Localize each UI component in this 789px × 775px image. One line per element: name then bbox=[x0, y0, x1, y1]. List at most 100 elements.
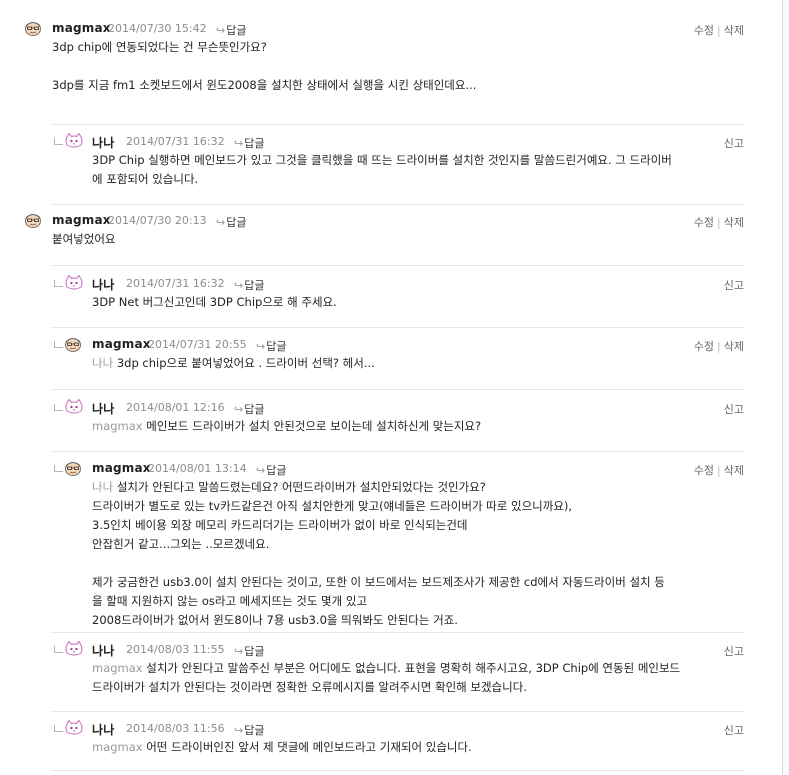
avatar bbox=[64, 398, 83, 415]
reply-button[interactable]: ↪답글 bbox=[234, 401, 264, 417]
reply-button[interactable]: ↪답글 bbox=[256, 338, 286, 354]
comment-text: 메인보드 드라이버가 설치 안된것으로 보이는데 설치하신게 맞는지요? bbox=[146, 419, 482, 433]
mention-tag[interactable]: magmax bbox=[92, 419, 146, 433]
report-button[interactable]: 신고 bbox=[724, 137, 744, 150]
mention-tag[interactable]: magmax bbox=[92, 661, 146, 675]
author-name[interactable]: magmax bbox=[92, 461, 151, 475]
comment-text: 설치가 안된다고 말씀드렸는데요? 어떤드라이버가 설치안되었다는 것인가요? bbox=[116, 480, 486, 494]
reply-arrow-icon: ↪ bbox=[216, 24, 226, 37]
author-name[interactable]: magmax bbox=[52, 213, 111, 227]
delete-button[interactable]: 삭제 bbox=[724, 464, 744, 477]
divider bbox=[52, 632, 743, 633]
reply-button[interactable]: ↪답글 bbox=[234, 722, 264, 738]
reply-button[interactable]: ↪답글 bbox=[216, 214, 246, 230]
reply-arrow-icon: ↪ bbox=[256, 340, 266, 353]
delete-button[interactable]: 삭제 bbox=[724, 24, 744, 37]
comment-line: 에 포함되어 있습니다. bbox=[92, 170, 752, 189]
comment-text: 3DP Net 버그신고인데 3DP Chip으로 해 주세요. bbox=[92, 295, 337, 309]
reply-arrow-icon: ↪ bbox=[234, 724, 244, 737]
comment-line: 2008드라이버가 없어서 윈도8이나 7용 usb3.0을 띄워봐도 안된다는… bbox=[92, 611, 752, 630]
delete-button[interactable]: 삭제 bbox=[724, 216, 744, 229]
report-button[interactable]: 신고 bbox=[724, 645, 744, 658]
action-separator: | bbox=[717, 340, 721, 353]
comment-actions: 수정 | 삭제 bbox=[694, 214, 744, 230]
avatar bbox=[64, 336, 82, 352]
comment-body: 3DP Net 버그신고인데 3DP Chip으로 해 주세요. bbox=[92, 293, 752, 312]
comment-body: 붙여넣었어요 bbox=[52, 230, 752, 249]
report-button[interactable]: 신고 bbox=[724, 724, 744, 737]
divider bbox=[52, 265, 743, 266]
comment-line: 붙여넣었어요 bbox=[52, 230, 752, 249]
comment-text: 드라이버가 설치가 안된다는 것이라면 정확한 오류메시지를 알려주시면 확인해… bbox=[92, 680, 527, 694]
reply-indent-icon bbox=[54, 465, 63, 472]
author-name[interactable]: 나나 bbox=[92, 276, 114, 293]
divider bbox=[52, 389, 743, 390]
comment-actions: 신고 bbox=[724, 722, 744, 738]
comment-actions: 신고 bbox=[724, 643, 744, 659]
reply-label: 답글 bbox=[244, 645, 265, 658]
delete-button[interactable]: 삭제 bbox=[724, 340, 744, 353]
reply-label: 답글 bbox=[266, 340, 287, 353]
comment-text: 제가 궁금한건 usb3.0이 설치 안된다는 것이고, 또한 이 보드에서는 … bbox=[92, 575, 665, 589]
author-name[interactable]: magmax bbox=[52, 21, 111, 35]
author-name[interactable]: 나나 bbox=[92, 400, 114, 417]
comment-line: 드라이버가 별도로 있는 tv카드같은건 아직 설치안한게 맞고(얘네들은 드라… bbox=[92, 497, 752, 516]
report-button[interactable]: 신고 bbox=[724, 403, 744, 416]
reply-indent-icon bbox=[54, 646, 63, 653]
author-name[interactable]: 나나 bbox=[92, 642, 114, 659]
reply-arrow-icon: ↪ bbox=[234, 279, 244, 292]
edit-button[interactable]: 수정 bbox=[694, 340, 714, 353]
comment-text: 3DP Chip 실행하면 메인보드가 있고 그것을 클릭했을 때 뜨는 드라이… bbox=[92, 153, 672, 167]
comment-line: magmax 설치가 안된다고 말씀주신 부분은 어디에도 없습니다. 표현을 … bbox=[92, 659, 752, 678]
comment-actions: 수정 | 삭제 bbox=[694, 462, 744, 478]
avatar bbox=[64, 640, 83, 657]
mention-tag[interactable]: 나나 bbox=[92, 356, 117, 370]
comment-timestamp: 2014/07/31 20:55 bbox=[148, 338, 247, 351]
comment-line: 3dp를 지금 fm1 소켓보드에서 윈도2008을 설치한 상태에서 실행을 … bbox=[52, 76, 752, 95]
comment-timestamp: 2014/07/31 16:32 bbox=[126, 135, 225, 148]
edit-button[interactable]: 수정 bbox=[694, 464, 714, 477]
comment-line: magmax 어떤 드라이버인진 앞서 제 댓글에 메인보드라고 기재되어 있습… bbox=[92, 738, 752, 757]
author-name[interactable]: magmax bbox=[92, 337, 151, 351]
reply-button[interactable]: ↪답글 bbox=[234, 643, 264, 659]
comment-timestamp: 2014/08/03 11:55 bbox=[126, 643, 225, 656]
edit-button[interactable]: 수정 bbox=[694, 216, 714, 229]
edit-button[interactable]: 수정 bbox=[694, 24, 714, 37]
report-button[interactable]: 신고 bbox=[724, 279, 744, 292]
comment-line: 3DP Chip 실행하면 메인보드가 있고 그것을 클릭했을 때 뜨는 드라이… bbox=[92, 151, 752, 170]
comment-text: 붙여넣었어요 bbox=[52, 232, 116, 246]
comment-text: 설치가 안된다고 말씀주신 부분은 어디에도 없습니다. 표현을 명확히 해주시… bbox=[146, 661, 681, 675]
mention-tag[interactable]: 나나 bbox=[92, 480, 117, 494]
comment-text: 드라이버가 별도로 있는 tv카드같은건 아직 설치안한게 맞고(얘네들은 드라… bbox=[92, 499, 573, 513]
comment-text: 을 할때 지원하지 않는 os라고 메세지뜨는 것도 몇개 있고 bbox=[92, 594, 368, 608]
divider bbox=[52, 711, 743, 712]
comment-timestamp: 2014/08/03 11:56 bbox=[126, 722, 225, 735]
comment-line: 3DP Net 버그신고인데 3DP Chip으로 해 주세요. bbox=[92, 293, 752, 312]
comment-text: 3.5인치 베이용 외장 메모리 카드리더기는 드라이버가 없이 바로 인식되는… bbox=[92, 518, 468, 532]
reply-button[interactable]: ↪답글 bbox=[216, 22, 246, 38]
author-name[interactable]: 나나 bbox=[92, 134, 114, 151]
scrollbar-track[interactable] bbox=[782, 0, 789, 775]
comment-timestamp: 2014/07/30 15:42 bbox=[108, 22, 207, 35]
comment-actions: 수정 | 삭제 bbox=[694, 338, 744, 354]
reply-button[interactable]: ↪답글 bbox=[256, 462, 286, 478]
avatar bbox=[64, 132, 83, 149]
avatar bbox=[64, 719, 83, 736]
reply-label: 답글 bbox=[244, 137, 265, 150]
divider bbox=[52, 770, 743, 771]
avatar bbox=[24, 20, 42, 36]
comment-text: 안잡힌거 같고...그외는 ..모르겠네요. bbox=[92, 537, 270, 551]
reply-arrow-icon: ↪ bbox=[216, 216, 226, 229]
comment-line: 을 할때 지원하지 않는 os라고 메세지뜨는 것도 몇개 있고 bbox=[92, 592, 752, 611]
mention-tag[interactable]: magmax bbox=[92, 740, 146, 754]
comment-line: 드라이버가 설치가 안된다는 것이라면 정확한 오류메시지를 알려주시면 확인해… bbox=[92, 678, 752, 697]
comment-timestamp: 2014/07/31 16:32 bbox=[126, 277, 225, 290]
reply-arrow-icon: ↪ bbox=[234, 137, 244, 150]
author-name[interactable]: 나나 bbox=[92, 721, 114, 738]
avatar bbox=[24, 212, 42, 228]
comment-text: 에 포함되어 있습니다. bbox=[92, 172, 199, 186]
reply-label: 답글 bbox=[244, 279, 265, 292]
reply-button[interactable]: ↪답글 bbox=[234, 277, 264, 293]
comment-text: 3dp chip으로 붙여넣었어요 . 드라이버 선택? 헤서... bbox=[116, 356, 375, 370]
reply-button[interactable]: ↪답글 bbox=[234, 135, 264, 151]
